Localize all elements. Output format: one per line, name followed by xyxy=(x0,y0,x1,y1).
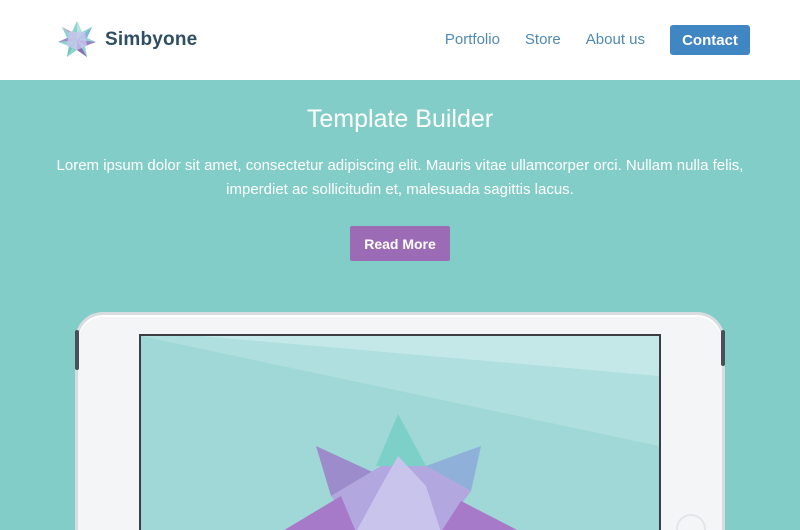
site-header: Simbyone Portfolio Store About us Contac… xyxy=(0,0,800,80)
hero-title: Template Builder xyxy=(306,105,494,133)
tablet-screen xyxy=(139,334,661,530)
tablet-side-edge xyxy=(75,330,79,370)
nav-link-about-us[interactable]: About us xyxy=(586,25,645,55)
contact-button[interactable]: Contact xyxy=(670,25,750,55)
nav-link-store[interactable]: Store xyxy=(525,25,561,55)
nav-link-portfolio[interactable]: Portfolio xyxy=(445,25,500,55)
main-nav: Portfolio Store About us Contact xyxy=(445,25,750,55)
star-gem-icon xyxy=(57,20,97,60)
screen-artwork xyxy=(141,336,659,530)
read-more-button[interactable]: Read More xyxy=(350,226,450,261)
tablet-side-edge xyxy=(721,330,725,366)
brand-name: Simbyone xyxy=(105,29,198,50)
hero-description: Lorem ipsum dolor sit amet, consectetur … xyxy=(56,157,744,198)
brand-logo[interactable]: Simbyone xyxy=(57,20,197,60)
